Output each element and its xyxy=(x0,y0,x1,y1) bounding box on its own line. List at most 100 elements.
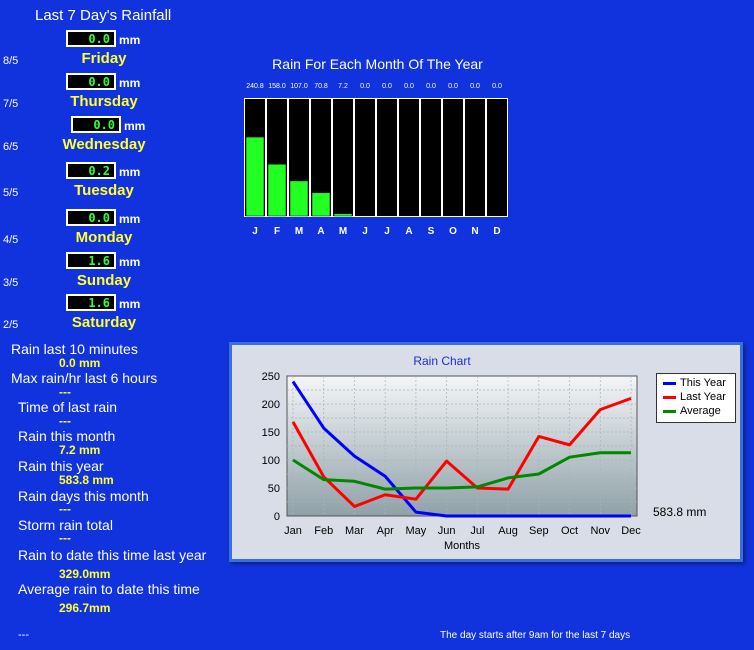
day-name: Sunday xyxy=(76,272,132,289)
month-bar-value-label: 240.8 xyxy=(246,83,264,90)
legend-swatch-average xyxy=(663,409,676,413)
month-bar-category-label: O xyxy=(449,226,457,237)
y-tick-label: 0 xyxy=(274,511,280,523)
legend-item-average: Average xyxy=(663,405,721,419)
x-tick-label: Dec xyxy=(621,525,641,537)
day-rain-unit: mm xyxy=(124,119,146,133)
day-name: Wednesday xyxy=(62,136,146,153)
month-bar-frame xyxy=(332,98,354,217)
month-bar-category-label: S xyxy=(428,226,435,237)
y-tick-label: 100 xyxy=(262,455,280,467)
stat-rain-10min-value: 0.0 mm xyxy=(59,356,101,370)
month-bar-frame xyxy=(398,98,420,217)
stat-time-last-rain-label: Time of last rain xyxy=(18,399,118,415)
month-bar xyxy=(289,180,309,217)
legend-item-last-year: Last Year xyxy=(663,391,726,405)
day-date: 4/5 xyxy=(3,234,19,246)
month-bar xyxy=(267,163,287,217)
footer-right-note: The day starts after 9am for the last 7 … xyxy=(440,630,631,641)
stat-rain-month-label: Rain this month xyxy=(18,428,116,444)
stat-time-last-rain-value: --- xyxy=(59,414,71,428)
month-bar-frame xyxy=(486,98,508,217)
stat-average-value: 296.7mm xyxy=(59,601,111,615)
legend-label-average: Average xyxy=(680,405,721,417)
day-name: Friday xyxy=(81,50,127,67)
monthly-rain-chart: Rain For Each Month Of The Year 240.8 J 15… xyxy=(240,52,515,242)
month-bar-value-label: 0.0 xyxy=(448,83,458,90)
month-bar xyxy=(333,213,353,217)
monthly-bar-svg: 240.8 J 158.0 F 107.0 M 70.8 A 7.2 M 0.0 J 0.0 J 0.0 A 0… xyxy=(244,83,508,237)
rain-line-chart-panel: Rain Chart 0 50 100 150 200 250 Jan Feb Mar Apr Ma… xyxy=(229,342,743,562)
stat-average-label: Average rain to date this time xyxy=(18,581,200,597)
day-rain-unit: mm xyxy=(119,255,141,269)
month-bar-frame xyxy=(376,98,398,217)
stat-rain-year-label: Rain this year xyxy=(18,458,104,474)
legend-label-last-year: Last Year xyxy=(680,391,726,403)
stat-rain-days-label: Rain days this month xyxy=(18,488,149,504)
x-tick-label: Oct xyxy=(561,525,578,537)
day-name: Saturday xyxy=(71,314,137,331)
x-tick-label: Jun xyxy=(438,525,456,537)
x-tick-label: Jan xyxy=(284,525,302,537)
stat-rain-10min-label: Rain last 10 minutes xyxy=(11,341,138,357)
month-bar-category-label: A xyxy=(317,226,324,237)
month-bar-value-label: 0.0 xyxy=(404,83,414,90)
day-date: 6/5 xyxy=(3,141,19,153)
month-bar-category-label: F xyxy=(274,226,280,237)
day-rain-unit: mm xyxy=(119,33,141,47)
day-name: Tuesday xyxy=(74,182,134,199)
y-tick-label: 150 xyxy=(262,427,280,439)
day-date: 5/5 xyxy=(3,187,19,199)
y-tick-label: 200 xyxy=(262,399,280,411)
day-date: 2/5 xyxy=(3,319,19,331)
month-bar-value-label: 158.0 xyxy=(268,83,286,90)
month-bar-frame xyxy=(420,98,442,217)
month-bar-value-label: 107.0 xyxy=(290,83,308,90)
month-bar-category-label: N xyxy=(471,226,478,237)
day-rain-display: 1.6 xyxy=(66,294,116,311)
legend-label-this-year: This Year xyxy=(680,377,726,389)
day-rain-display: 0.0 xyxy=(66,30,116,47)
month-bar-value-label: 70.8 xyxy=(314,83,328,90)
stat-storm-value: --- xyxy=(59,531,71,545)
day-rain-unit: mm xyxy=(119,165,141,179)
day-rain-display: 1.6 xyxy=(66,252,116,269)
month-bar-frame xyxy=(442,98,464,217)
stat-max-rain-value: --- xyxy=(59,385,71,399)
month-bar-category-label: D xyxy=(493,226,500,237)
x-axis-title: Months xyxy=(444,540,481,552)
day-name: Thursday xyxy=(70,93,138,110)
day-rain-display: 0.0 xyxy=(66,209,116,226)
month-bar-category-label: M xyxy=(339,226,347,237)
day-name: Monday xyxy=(75,229,133,246)
legend-item-this-year: This Year xyxy=(663,377,726,391)
x-tick-label: Sep xyxy=(529,525,549,537)
month-bar-category-label: J xyxy=(362,226,368,237)
day-rain-unit: mm xyxy=(119,212,141,226)
day-rain-unit: mm xyxy=(119,297,141,311)
x-tick-label: Apr xyxy=(377,525,394,537)
month-bar-value-label: 0.0 xyxy=(360,83,370,90)
y-tick-label: 250 xyxy=(262,371,280,383)
page-title: Last 7 Day's Rainfall xyxy=(35,7,172,24)
y-tick-label: 50 xyxy=(268,483,280,495)
stat-last-year-value: 329.0mm xyxy=(59,567,111,581)
month-bar-value-label: 0.0 xyxy=(426,83,436,90)
line-chart-legend: This Year Last Year Average xyxy=(656,373,736,423)
x-tick-label: Mar xyxy=(345,525,364,537)
x-tick-label: Jul xyxy=(470,525,484,537)
stat-rain-days-value: --- xyxy=(59,502,71,516)
footer-left-text: --- xyxy=(18,629,29,641)
line-chart-annotation: 583.8 mm xyxy=(653,505,707,519)
month-bar-frame xyxy=(464,98,486,217)
legend-swatch-last-year xyxy=(663,395,676,399)
stat-rain-year-value: 583.8 mm xyxy=(59,473,114,487)
month-bar-category-label: A xyxy=(405,226,412,237)
month-bar-frame xyxy=(354,98,376,217)
month-bar-value-label: 0.0 xyxy=(382,83,392,90)
day-rain-display: 0.0 xyxy=(66,73,116,90)
month-bar xyxy=(311,192,331,217)
day-rain-display: 0.2 xyxy=(66,162,116,179)
stat-rain-month-value: 7.2 mm xyxy=(59,443,101,457)
month-bar-value-label: 0.0 xyxy=(492,83,502,90)
